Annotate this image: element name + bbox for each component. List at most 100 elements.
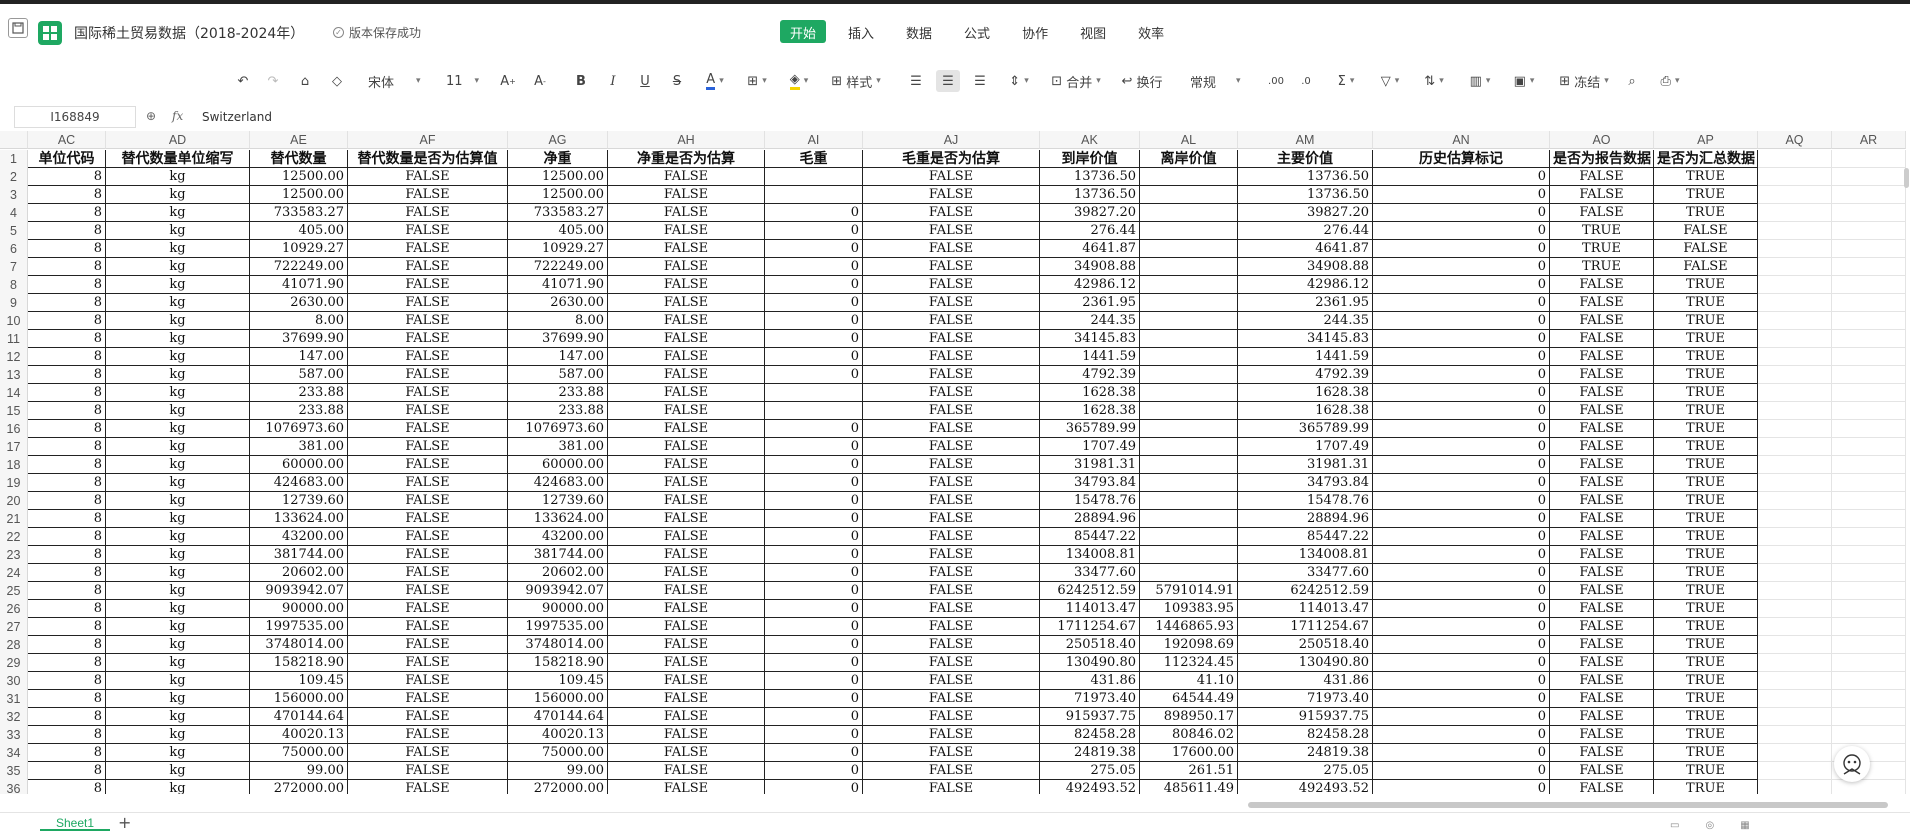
empty-cell[interactable] xyxy=(1758,780,1832,794)
table-cell[interactable]: 0 xyxy=(765,744,863,762)
table-cell[interactable]: 8 xyxy=(28,780,106,794)
empty-cell[interactable] xyxy=(1758,636,1832,654)
table-cell[interactable]: FALSE xyxy=(1550,546,1654,564)
table-cell[interactable]: 8 xyxy=(28,654,106,672)
row-header[interactable]: 16 xyxy=(0,420,28,438)
header-cell[interactable]: 毛重 xyxy=(765,150,863,168)
table-cell[interactable]: 0 xyxy=(765,582,863,600)
header-cell[interactable]: 单位代码 xyxy=(28,150,106,168)
table-cell[interactable]: 244.35 xyxy=(1238,312,1373,330)
table-cell[interactable]: FALSE xyxy=(863,636,1040,654)
table-cell[interactable]: 244.35 xyxy=(1040,312,1140,330)
table-cell[interactable]: 8 xyxy=(28,744,106,762)
table-cell[interactable]: kg xyxy=(106,708,250,726)
empty-cell[interactable] xyxy=(1758,456,1832,474)
table-cell[interactable]: FALSE xyxy=(608,402,765,420)
table-cell[interactable]: 3748014.00 xyxy=(250,636,348,654)
table-cell[interactable]: 0 xyxy=(765,546,863,564)
table-cell[interactable]: 130490.80 xyxy=(1040,654,1140,672)
table-cell[interactable] xyxy=(1140,420,1238,438)
table-cell[interactable]: 0 xyxy=(1373,384,1550,402)
table-cell[interactable]: FALSE xyxy=(863,618,1040,636)
table-cell[interactable]: 1446865.93 xyxy=(1140,618,1238,636)
image-icon[interactable]: ▣ ▾ xyxy=(1508,70,1540,92)
table-cell[interactable]: 1076973.60 xyxy=(508,420,608,438)
table-cell[interactable]: 34145.83 xyxy=(1238,330,1373,348)
table-cell[interactable]: 0 xyxy=(765,726,863,744)
table-cell[interactable]: TRUE xyxy=(1654,474,1758,492)
table-cell[interactable]: FALSE xyxy=(348,366,508,384)
table-cell[interactable]: 24819.38 xyxy=(1040,744,1140,762)
table-cell[interactable]: 0 xyxy=(1373,240,1550,258)
empty-cell[interactable] xyxy=(1758,546,1832,564)
row-header[interactable]: 3 xyxy=(0,186,28,204)
table-cell[interactable]: 0 xyxy=(1373,204,1550,222)
table-cell[interactable]: 0 xyxy=(1373,510,1550,528)
table-cell[interactable]: 0 xyxy=(765,276,863,294)
format-painter-icon[interactable]: ⌂ xyxy=(296,70,314,92)
row-header[interactable]: 36 xyxy=(0,780,28,794)
row-header[interactable]: 2 xyxy=(0,168,28,186)
column-header[interactable]: AP xyxy=(1654,131,1758,149)
table-cell[interactable]: 2361.95 xyxy=(1040,294,1140,312)
table-cell[interactable]: 0 xyxy=(1373,600,1550,618)
table-cell[interactable]: 4792.39 xyxy=(1238,366,1373,384)
header-cell[interactable]: 净重是否为估算 xyxy=(608,150,765,168)
table-cell[interactable]: TRUE xyxy=(1654,690,1758,708)
table-cell[interactable]: 898950.17 xyxy=(1140,708,1238,726)
row-header[interactable]: 6 xyxy=(0,240,28,258)
table-cell[interactable]: 8 xyxy=(28,366,106,384)
table-cell[interactable]: FALSE xyxy=(348,276,508,294)
table-cell[interactable]: 272000.00 xyxy=(250,780,348,794)
page-break-icon[interactable]: ▦ xyxy=(1740,820,1749,831)
table-cell[interactable]: FALSE xyxy=(348,402,508,420)
table-cell[interactable]: 8 xyxy=(28,186,106,204)
table-cell[interactable]: FALSE xyxy=(348,384,508,402)
table-cell[interactable]: FALSE xyxy=(608,330,765,348)
table-cell[interactable]: 8 xyxy=(28,420,106,438)
row-header[interactable]: 17 xyxy=(0,438,28,456)
vertical-scrollbar[interactable] xyxy=(1904,168,1909,188)
table-cell[interactable]: FALSE xyxy=(1550,384,1654,402)
table-cell[interactable]: 0 xyxy=(765,240,863,258)
table-cell[interactable]: FALSE xyxy=(348,528,508,546)
table-cell[interactable]: 0 xyxy=(1373,186,1550,204)
table-cell[interactable]: TRUE xyxy=(1654,528,1758,546)
table-cell[interactable]: FALSE xyxy=(608,780,765,794)
table-cell[interactable]: TRUE xyxy=(1550,258,1654,276)
table-cell[interactable]: TRUE xyxy=(1654,348,1758,366)
table-cell[interactable]: kg xyxy=(106,474,250,492)
table-cell[interactable]: FALSE xyxy=(1550,276,1654,294)
table-cell[interactable]: FALSE xyxy=(608,636,765,654)
table-cell[interactable]: 75000.00 xyxy=(250,744,348,762)
empty-cell[interactable] xyxy=(1832,330,1906,348)
table-cell[interactable]: 0 xyxy=(765,456,863,474)
table-cell[interactable] xyxy=(765,402,863,420)
empty-cell[interactable] xyxy=(1758,150,1832,168)
table-cell[interactable]: 405.00 xyxy=(508,222,608,240)
sum-icon[interactable]: Σ ▾ xyxy=(1330,70,1362,92)
table-cell[interactable]: FALSE xyxy=(863,420,1040,438)
table-cell[interactable]: 587.00 xyxy=(250,366,348,384)
table-cell[interactable]: FALSE xyxy=(348,600,508,618)
table-cell[interactable]: FALSE xyxy=(608,654,765,672)
table-cell[interactable]: FALSE xyxy=(348,690,508,708)
header-cell[interactable]: 替代数量单位缩写 xyxy=(106,150,250,168)
table-cell[interactable]: FALSE xyxy=(348,564,508,582)
table-cell[interactable]: FALSE xyxy=(1654,222,1758,240)
clear-format-icon[interactable]: ◇ xyxy=(328,70,346,92)
table-cell[interactable]: 2630.00 xyxy=(250,294,348,312)
table-cell[interactable] xyxy=(1140,546,1238,564)
underline-icon[interactable]: U xyxy=(636,70,654,92)
table-cell[interactable]: FALSE xyxy=(348,312,508,330)
table-cell[interactable]: FALSE xyxy=(863,780,1040,794)
table-cell[interactable]: 13736.50 xyxy=(1238,168,1373,186)
empty-cell[interactable] xyxy=(1832,204,1906,222)
table-cell[interactable]: 82458.28 xyxy=(1238,726,1373,744)
table-cell[interactable]: FALSE xyxy=(1550,582,1654,600)
table-cell[interactable]: 8 xyxy=(28,582,106,600)
table-cell[interactable]: kg xyxy=(106,546,250,564)
table-cell[interactable]: TRUE xyxy=(1654,420,1758,438)
table-cell[interactable]: 1997535.00 xyxy=(250,618,348,636)
table-cell[interactable]: kg xyxy=(106,168,250,186)
